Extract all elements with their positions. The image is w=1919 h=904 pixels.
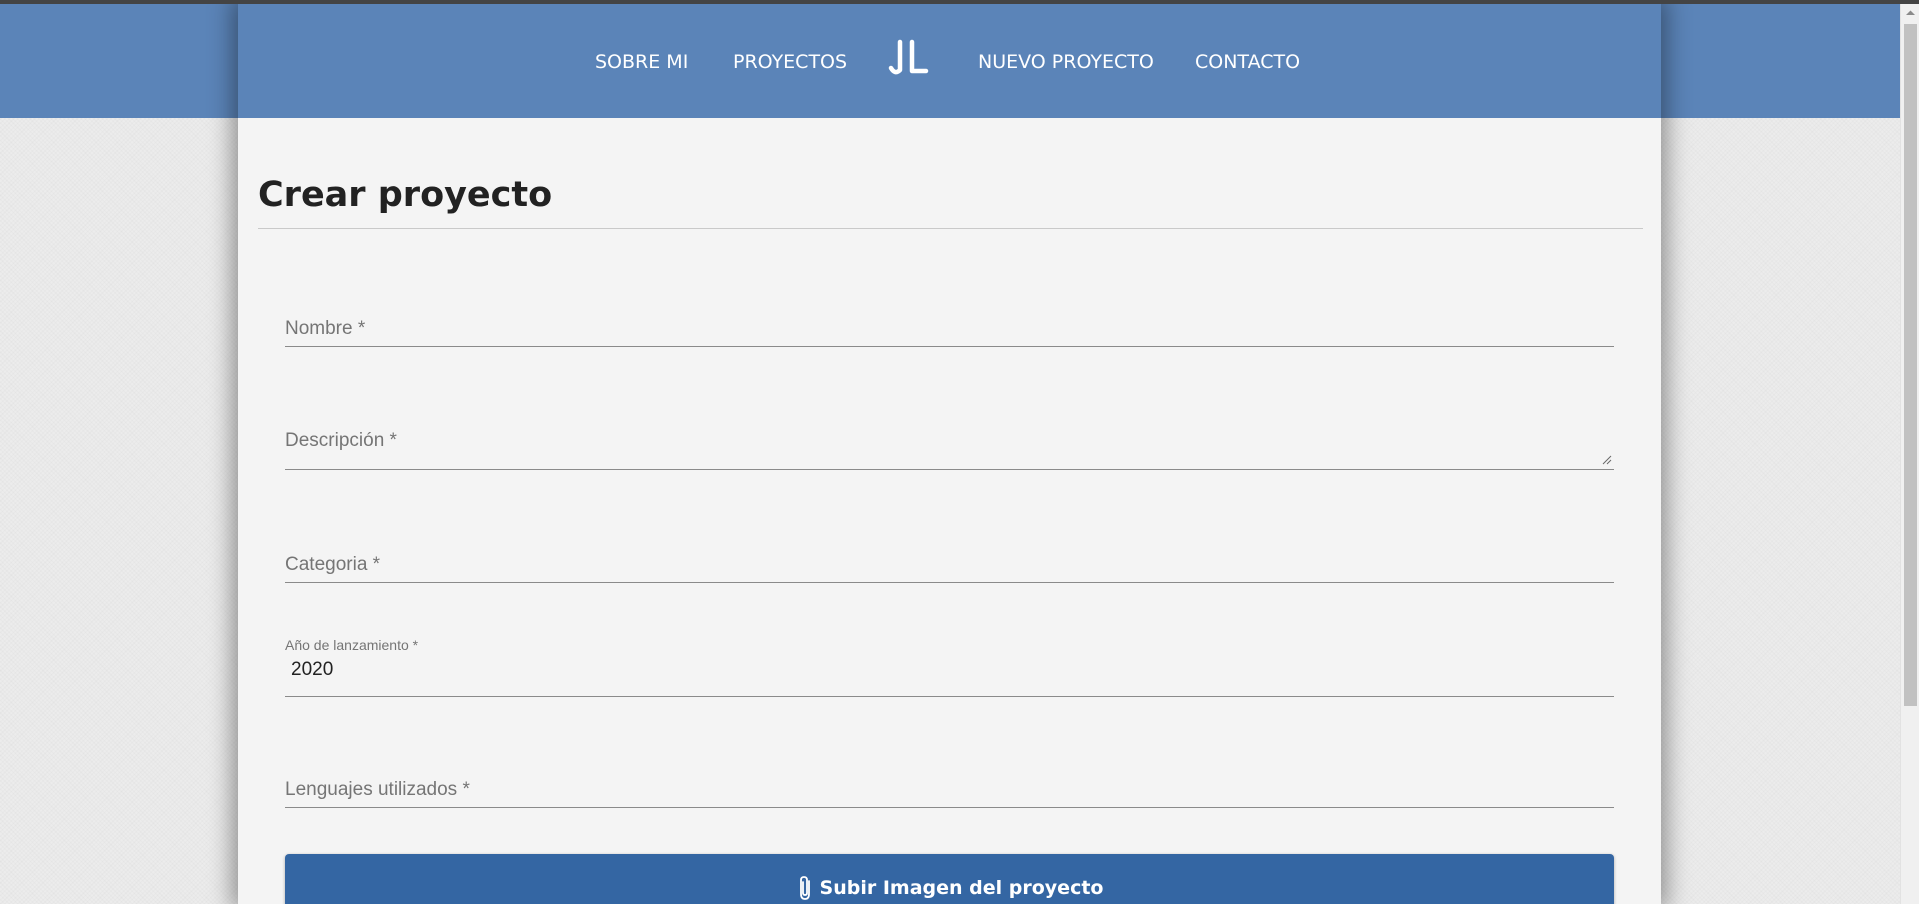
nav-sobre-mi[interactable]: SOBRE MI <box>595 50 688 74</box>
field-ano-lanzamiento: Año de lanzamiento * 2020 <box>285 635 1614 697</box>
field-lenguajes: Lenguajes utilizados * <box>285 773 1614 808</box>
scroll-up-arrow-icon[interactable] <box>1901 6 1919 20</box>
logo[interactable] <box>886 38 930 78</box>
page-title: Crear proyecto <box>258 175 553 215</box>
lenguajes-input[interactable] <box>285 773 1614 808</box>
nav-contacto[interactable]: CONTACTO <box>1195 50 1300 74</box>
resize-handle-icon[interactable] <box>1602 455 1612 465</box>
upload-image-button[interactable]: Subir Imagen del proyecto <box>285 854 1614 904</box>
title-divider <box>258 228 1643 229</box>
nombre-input[interactable] <box>285 312 1614 347</box>
paperclip-icon <box>799 876 810 900</box>
descripcion-textarea[interactable] <box>285 424 1614 470</box>
page-scrollbar[interactable] <box>1900 4 1919 904</box>
field-nombre: Nombre * <box>285 312 1614 347</box>
navbar: SOBRE MI PROYECTOS NUEVO PROYECTO CONTAC… <box>238 4 1661 118</box>
scrollbar-thumb[interactable] <box>1904 24 1917 706</box>
categoria-input[interactable] <box>285 548 1614 583</box>
main-container: SOBRE MI PROYECTOS NUEVO PROYECTO CONTAC… <box>238 4 1661 904</box>
upload-button-content: Subir Imagen del proyecto <box>285 874 1614 902</box>
field-categoria: Categoria * <box>285 548 1614 583</box>
upload-button-label: Subir Imagen del proyecto <box>819 877 1104 899</box>
nav-proyectos[interactable]: PROYECTOS <box>733 50 847 74</box>
field-descripcion: Descripción * <box>285 424 1614 470</box>
ano-lanzamiento-input[interactable] <box>285 635 1614 697</box>
nav-nuevo-proyecto[interactable]: NUEVO PROYECTO <box>978 50 1154 74</box>
jl-monogram-icon <box>888 39 929 75</box>
window-top-edge <box>0 0 1919 4</box>
